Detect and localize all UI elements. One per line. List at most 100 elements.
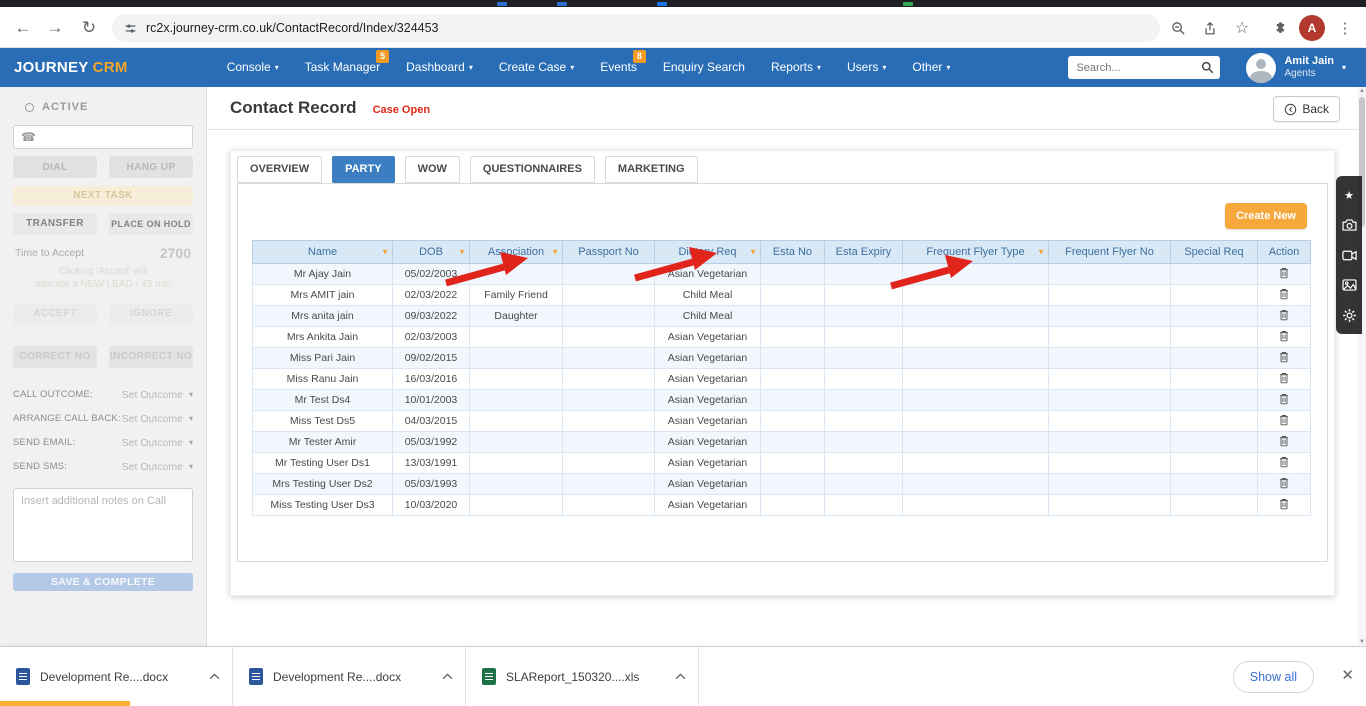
filter-caret-icon[interactable]: ▼: [749, 248, 757, 257]
column-header[interactable]: Dietary Req ▼: [654, 240, 761, 264]
nav-item[interactable]: Task Manager ▾ 5: [292, 48, 393, 87]
cell-frequent-flyer-no: [1048, 494, 1171, 516]
ignore-button[interactable]: IGNORE: [109, 302, 193, 325]
gallery-icon[interactable]: [1340, 276, 1358, 294]
record-tab[interactable]: MARKETING: [604, 156, 698, 183]
search-input[interactable]: [1076, 61, 1202, 74]
nav-item[interactable]: Users ▾: [834, 48, 899, 87]
chevron-down-icon: ▾: [188, 438, 193, 447]
column-header[interactable]: DOB ▼: [392, 240, 470, 264]
brand-logo[interactable]: JOURNEY CRM: [14, 59, 128, 76]
column-header[interactable]: Frequent Flyer Type ▼: [902, 240, 1049, 264]
delete-trash-icon[interactable]: [1279, 330, 1289, 342]
place-on-hold-button[interactable]: PLACE ON HOLD: [109, 212, 193, 235]
show-all-button[interactable]: Show all: [1232, 661, 1314, 693]
delete-trash-icon[interactable]: [1279, 477, 1289, 489]
delete-trash-icon[interactable]: [1279, 435, 1289, 447]
record-tab[interactable]: OVERVIEW: [237, 156, 323, 183]
page-scrollbar[interactable]: ▲ ▼: [1358, 87, 1366, 646]
cell-association: [469, 473, 563, 495]
outcome-select[interactable]: Set Outcome ▾: [122, 461, 193, 473]
delete-trash-icon[interactable]: [1279, 288, 1289, 300]
download-item[interactable]: SLAReport_150320....xls: [466, 647, 699, 706]
download-item[interactable]: Development Re....docx: [0, 647, 233, 706]
save-complete-button[interactable]: SAVE & COMPLETE: [13, 572, 193, 591]
gear-icon[interactable]: [1340, 306, 1358, 324]
nav-item[interactable]: Dashboard ▾: [393, 48, 486, 87]
column-header[interactable]: Esta No ▼: [760, 240, 825, 264]
download-chevron-icon[interactable]: [209, 673, 220, 680]
outcome-select[interactable]: Set Outcome ▾: [122, 413, 193, 425]
browser-menu-icon[interactable]: ⋮: [1334, 17, 1356, 39]
column-header[interactable]: Passport No ▼: [562, 240, 655, 264]
back-button[interactable]: Back: [1273, 96, 1340, 122]
browser-back-button[interactable]: ←: [10, 15, 36, 41]
search-icon[interactable]: [1201, 61, 1214, 74]
share-icon[interactable]: [1199, 17, 1221, 39]
download-item[interactable]: Development Re....docx: [233, 647, 466, 706]
transfer-button[interactable]: TRANSFER: [13, 212, 97, 235]
global-search[interactable]: [1068, 56, 1221, 79]
record-tab[interactable]: PARTY: [332, 156, 395, 183]
delete-trash-icon[interactable]: [1279, 498, 1289, 510]
phone-number-field[interactable]: ☎: [13, 125, 193, 149]
column-header-label: Passport No: [578, 246, 639, 258]
site-info-icon[interactable]: [124, 22, 137, 35]
filter-caret-icon[interactable]: ▼: [381, 248, 389, 257]
column-header[interactable]: Name ▼: [252, 240, 393, 264]
browser-tab-strip[interactable]: [0, 0, 1366, 7]
column-header[interactable]: Frequent Flyer No ▼: [1048, 240, 1171, 264]
outcome-select[interactable]: Set Outcome ▾: [122, 437, 193, 449]
create-new-button[interactable]: Create New: [1225, 203, 1307, 229]
extensions-puzzle-icon[interactable]: [1268, 17, 1290, 39]
pin-star-icon[interactable]: ★: [1340, 186, 1358, 204]
nav-item[interactable]: Console ▾: [214, 48, 292, 87]
scroll-down-icon[interactable]: ▼: [1358, 639, 1366, 645]
zoom-icon[interactable]: [1167, 17, 1189, 39]
scroll-up-icon[interactable]: ▲: [1358, 88, 1366, 94]
delete-trash-icon[interactable]: [1279, 351, 1289, 363]
download-chevron-icon[interactable]: [442, 673, 453, 680]
delete-trash-icon[interactable]: [1279, 372, 1289, 384]
user-menu[interactable]: Amit Jain Agents ▾: [1246, 52, 1346, 83]
delete-trash-icon[interactable]: [1279, 267, 1289, 279]
record-tab[interactable]: WOW: [404, 156, 460, 183]
column-header-label: Frequent Flyer No: [1065, 246, 1154, 258]
record-tab[interactable]: QUESTIONNAIRES: [469, 156, 595, 183]
dial-button[interactable]: DIAL: [13, 156, 97, 178]
nav-item[interactable]: Events ▾ 8: [587, 48, 650, 87]
close-downloads-icon[interactable]: ✕: [1341, 666, 1354, 684]
column-header[interactable]: Action ▼: [1257, 240, 1311, 264]
file-type-icon: [482, 668, 496, 685]
hang-up-button[interactable]: HANG UP: [109, 156, 193, 178]
column-header[interactable]: Esta Expiry ▼: [824, 240, 903, 264]
nav-item[interactable]: Reports ▾: [758, 48, 834, 87]
video-camera-icon[interactable]: [1340, 246, 1358, 264]
phone-input[interactable]: [41, 131, 185, 143]
column-header[interactable]: Association ▼: [469, 240, 563, 264]
browser-reload-button[interactable]: ↻: [76, 15, 102, 41]
address-bar[interactable]: rc2x.journey-crm.co.uk/ContactRecord/Ind…: [112, 14, 1160, 42]
nav-item[interactable]: Enquiry Search ▾: [650, 48, 758, 87]
filter-caret-icon[interactable]: ▼: [1037, 248, 1045, 257]
call-notes-textarea[interactable]: [13, 487, 193, 562]
column-header[interactable]: Special Req ▼: [1170, 240, 1258, 264]
nav-item[interactable]: Other ▾: [899, 48, 963, 87]
bookmark-star-icon[interactable]: ☆: [1231, 17, 1253, 39]
download-chevron-icon[interactable]: [675, 673, 686, 680]
delete-trash-icon[interactable]: [1279, 456, 1289, 468]
accept-button[interactable]: ACCEPT: [13, 302, 97, 325]
delete-trash-icon[interactable]: [1279, 309, 1289, 321]
correct-no-button[interactable]: CORRECT NO: [13, 345, 97, 368]
incorrect-no-button[interactable]: INCORRECT NO: [109, 345, 193, 368]
outcome-select[interactable]: Set Outcome ▾: [122, 389, 193, 401]
nav-item[interactable]: Create Case ▾: [486, 48, 587, 87]
camera-icon[interactable]: [1340, 216, 1358, 234]
delete-trash-icon[interactable]: [1279, 414, 1289, 426]
browser-profile-avatar[interactable]: A: [1299, 15, 1325, 41]
browser-forward-button[interactable]: →: [42, 15, 68, 41]
delete-trash-icon[interactable]: [1279, 393, 1289, 405]
filter-caret-icon[interactable]: ▼: [551, 248, 559, 257]
filter-caret-icon[interactable]: ▼: [458, 248, 466, 257]
next-task-button[interactable]: NEXT TASK: [13, 185, 193, 206]
